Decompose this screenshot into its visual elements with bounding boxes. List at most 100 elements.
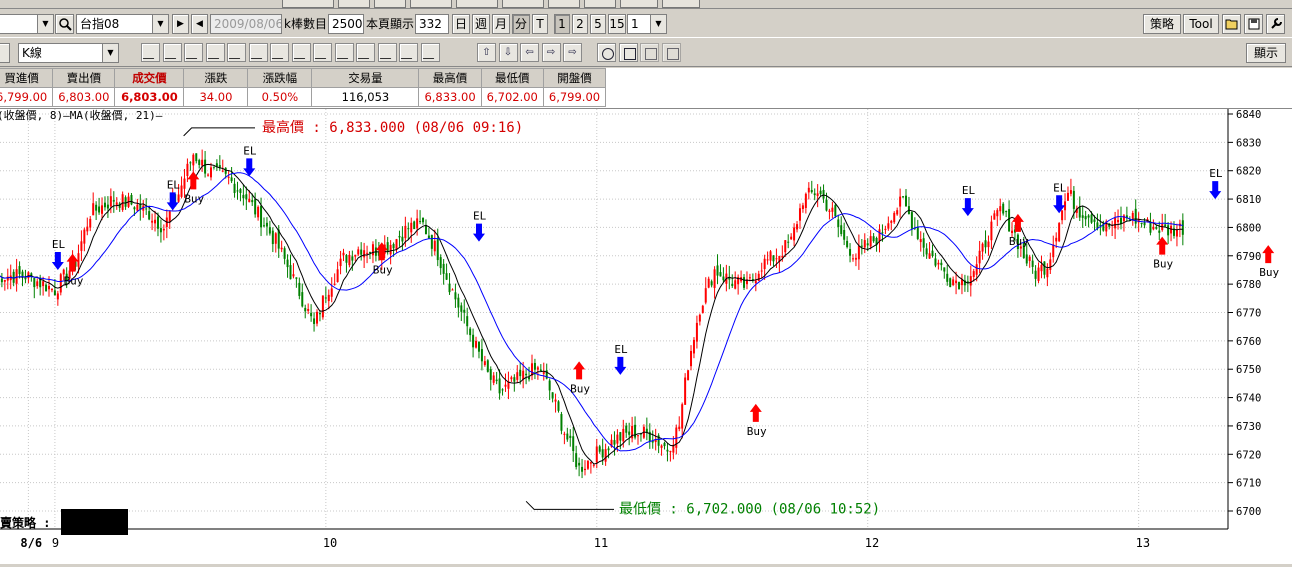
draw-trend-button[interactable] [313, 43, 332, 62]
bar-count-label: k棒數目 [284, 17, 327, 31]
nav-down-button[interactable]: ⇩ [498, 43, 518, 62]
quote-bid: 6,799.00 [0, 87, 54, 107]
strategy-button[interactable]: 策略 [1143, 14, 1181, 34]
menu-button[interactable] [662, 0, 700, 8]
candle-body [301, 292, 304, 307]
candle-body [863, 240, 866, 248]
candle-body [690, 350, 693, 367]
candle-body [1140, 222, 1143, 225]
wrench-icon [1270, 18, 1282, 29]
shape-rect-button[interactable] [618, 43, 638, 62]
candle-body [860, 245, 863, 247]
minute-5-button[interactable]: 5 [590, 14, 606, 34]
minute-2-button[interactable]: 2 [572, 14, 588, 34]
draw-erase-button[interactable] [420, 43, 440, 62]
period-week-button[interactable]: 週 [472, 14, 490, 34]
line-icon [142, 47, 159, 59]
display-button[interactable]: 顯示 [1246, 43, 1286, 63]
period-day-button[interactable]: 日 [452, 14, 470, 34]
vline-icon [228, 47, 245, 59]
draw-bars-button[interactable] [291, 43, 311, 62]
menu-button[interactable] [374, 0, 406, 8]
period-minute-button[interactable]: 分 [512, 14, 530, 34]
draw-hbars-button[interactable] [270, 43, 289, 62]
candle-body [831, 207, 834, 212]
price-chart[interactable]: EL Buy EL Buy EL Buy EL Buy EL Buy EL Buy EL Buy EL Buy… [0, 108, 1292, 564]
draw-vlines-button[interactable] [248, 43, 268, 62]
draw-pen-button[interactable] [399, 43, 418, 62]
trend-icon [314, 47, 331, 59]
candle-body [227, 176, 230, 178]
menu-button[interactable] [584, 0, 616, 8]
candle-body [1040, 265, 1043, 272]
symbol-select[interactable]: 台指08 ▼ [76, 14, 169, 34]
page-display-input[interactable]: 332 [415, 14, 449, 34]
price-tick-label: 6730 [1236, 421, 1261, 433]
candle-body [463, 309, 466, 313]
period-tick-button[interactable]: T [532, 14, 548, 34]
draw-text-button[interactable] [377, 43, 397, 62]
open-folder-button[interactable] [1222, 14, 1241, 34]
settings-button[interactable] [1266, 14, 1285, 34]
menu-button[interactable] [620, 0, 658, 8]
menu-button[interactable] [338, 0, 370, 8]
candle-body [1052, 244, 1055, 258]
strategy-box [61, 509, 128, 535]
candle-body [572, 436, 575, 452]
candle-body [881, 232, 884, 234]
candle-body [548, 380, 551, 391]
minute-15-button[interactable]: 15 [608, 14, 626, 34]
draw-fill-button[interactable] [356, 43, 375, 62]
save-button[interactable] [1244, 14, 1263, 34]
candle-body [86, 226, 89, 232]
draw-vline-button[interactable] [227, 43, 246, 62]
draw-line-button[interactable] [141, 43, 160, 62]
buy-signal-label: Buy [1259, 266, 1279, 279]
candle-body [257, 206, 260, 218]
minute-select[interactable]: 1 ▼ [627, 14, 667, 34]
search-button[interactable] [55, 14, 74, 34]
toolbar-edge-button[interactable] [0, 43, 10, 63]
tool-button[interactable]: Tool [1183, 14, 1219, 34]
candle-body [242, 194, 245, 199]
nav-left-button[interactable]: ⇦ [520, 43, 539, 62]
draw-arc-button[interactable] [162, 43, 182, 62]
shape-wave2-button[interactable] [661, 43, 681, 62]
menu-button[interactable] [548, 0, 580, 8]
draw-fan-button[interactable] [184, 43, 203, 62]
candle-body [1002, 203, 1005, 214]
date-field[interactable]: 2009/08/06 [210, 14, 282, 34]
nav-right-button[interactable]: ⇨ [541, 43, 561, 62]
bar-count-input[interactable]: 2500 [328, 14, 364, 34]
menu-button[interactable] [456, 0, 498, 8]
minute-1-button[interactable]: 1 [554, 14, 570, 34]
candle-body [1025, 254, 1028, 264]
menu-button[interactable] [282, 0, 334, 8]
shape-circle-button[interactable] [597, 43, 616, 62]
menu-button[interactable] [502, 0, 544, 8]
candle-body [460, 305, 463, 312]
draw-channel-button[interactable] [334, 43, 354, 62]
nav-zoom-button[interactable]: ⇨ [563, 43, 582, 62]
shape-wave-button[interactable] [640, 43, 659, 62]
chevron-down-icon: ▼ [152, 15, 168, 33]
candle-body [1058, 223, 1061, 242]
candle-body [133, 207, 136, 210]
chart-type-select[interactable]: K線 ▼ [18, 43, 119, 63]
candle-body [109, 196, 112, 207]
period-month-button[interactable]: 月 [492, 14, 510, 34]
candle-body [186, 163, 189, 176]
search-icon [58, 18, 72, 31]
draw-hline-button[interactable] [205, 43, 225, 62]
candle-body [416, 218, 419, 229]
nav-up-button[interactable]: ⇧ [477, 43, 496, 62]
candle-body [495, 379, 498, 382]
prev-button[interactable]: ◀ [191, 14, 208, 34]
candle-body [990, 221, 993, 241]
group-select[interactable]: ▼ [0, 14, 54, 34]
menu-button[interactable] [410, 0, 452, 8]
candle-body [18, 266, 21, 275]
next-button[interactable]: ▶ [172, 14, 189, 34]
candle-body [692, 339, 695, 354]
candle-body [578, 462, 581, 466]
